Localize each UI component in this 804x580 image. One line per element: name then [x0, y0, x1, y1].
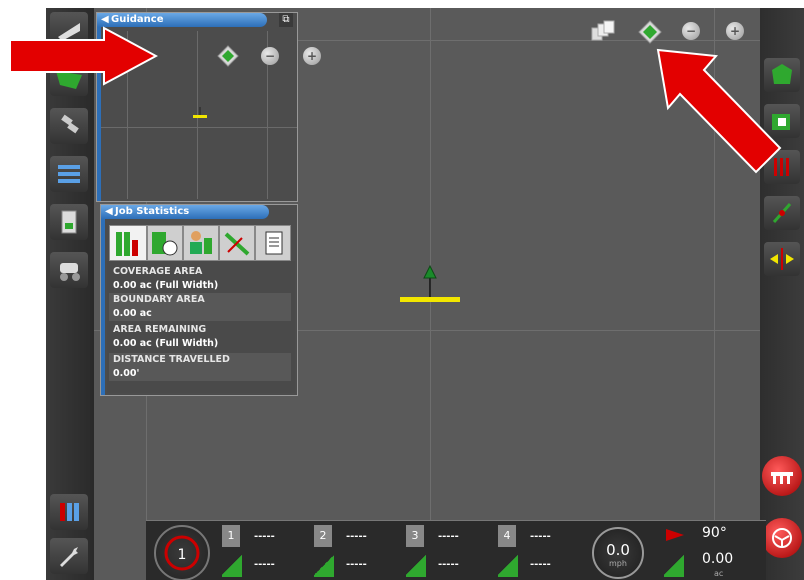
guidance-title-text: Guidance: [111, 14, 164, 25]
job-stats-title-text: Job Statistics: [115, 206, 190, 217]
undock-icon[interactable]: ⧉: [279, 13, 293, 27]
section-number: 1: [222, 525, 240, 547]
guidance-line-button[interactable]: [764, 196, 800, 230]
console-button[interactable]: [50, 204, 88, 240]
stat-label: AREA REMAINING: [113, 324, 207, 335]
stat-value: 0.00 ac (Full Width): [113, 280, 219, 291]
zoom-in-icon[interactable]: +: [303, 47, 321, 65]
speed-value: 0.0: [606, 541, 630, 559]
section-status-icon: [222, 553, 242, 577]
heading-flag-icon: [664, 527, 686, 543]
section-bottom-value: -----: [438, 559, 459, 570]
tab-report[interactable]: [255, 225, 291, 261]
area-icon: [664, 553, 684, 577]
left-toolbar: [46, 8, 94, 580]
steering-wheel-icon: [772, 528, 792, 548]
wrench-icon: [60, 547, 78, 567]
implement-icon: [60, 503, 79, 521]
annotation-arrow-diagonal: [656, 48, 782, 174]
section-status-icon: [314, 553, 334, 577]
section-bottom-value: -----: [346, 559, 367, 570]
vehicle-icon: [193, 107, 207, 118]
clock-icon: [152, 232, 178, 256]
svg-text:1: 1: [178, 547, 187, 563]
stat-value: 0.00': [109, 367, 291, 381]
center-view-icon[interactable]: [217, 45, 239, 67]
tab-coverage[interactable]: [109, 225, 147, 261]
job-statistics-panel: ◀ Job Statistics COVERAGE AREA 0.00 ac (…: [100, 204, 298, 396]
job-stats-title[interactable]: ◀ Job Statistics: [101, 205, 269, 219]
speed-unit: mph: [609, 559, 627, 568]
panel-edge: [101, 205, 105, 395]
stat-label: BOUNDARY AREA: [109, 293, 291, 307]
operator-icon: [190, 231, 212, 254]
section-bottom-value: -----: [530, 559, 551, 570]
layers-icon: [58, 165, 80, 183]
coverage-icon: [116, 232, 138, 256]
vehicle-button[interactable]: [50, 252, 88, 288]
auto-steer-button[interactable]: [762, 456, 802, 496]
master-switch-button[interactable]: 1: [154, 525, 210, 580]
tab-guidance[interactable]: [219, 225, 255, 261]
gps-button[interactable]: [50, 108, 88, 144]
section-2[interactable]: 2 ----- -----: [314, 521, 402, 580]
layers-button[interactable]: [50, 156, 88, 192]
satellite-icon: [61, 114, 79, 134]
area-value: 0.00: [702, 551, 734, 567]
section-top-value: -----: [438, 531, 459, 542]
zoom-out-icon[interactable]: −: [682, 22, 700, 40]
tab-operator[interactable]: [183, 225, 219, 261]
center-view-icon[interactable]: [638, 20, 662, 44]
stat-value: 0.00 ac: [109, 307, 291, 321]
zoom-out-icon[interactable]: −: [261, 47, 279, 65]
zoom-in-icon[interactable]: +: [726, 22, 744, 40]
section-number: 3: [406, 525, 424, 547]
speedometer: 0.0 mph: [592, 527, 644, 579]
heading-value: 90°: [702, 525, 727, 541]
section-top-value: -----: [254, 531, 275, 542]
settings-button[interactable]: [50, 538, 88, 574]
stat-label: COVERAGE AREA: [113, 266, 203, 277]
tab-time[interactable]: [147, 225, 183, 261]
console-icon: [61, 210, 77, 234]
section-top-value: -----: [530, 531, 551, 542]
stat-value: 0.00 ac (Full Width): [113, 338, 219, 349]
implement-down-icon: [771, 472, 793, 484]
section-3[interactable]: 3 ----- -----: [406, 521, 494, 580]
stat-label: DISTANCE TRAVELLED: [109, 353, 291, 367]
tractor-icon: [60, 263, 80, 281]
guidance-panel-title[interactable]: ◀ Guidance: [97, 13, 267, 27]
implement-button[interactable]: [50, 494, 88, 530]
stats-body: COVERAGE AREA 0.00 ac (Full Width) BOUND…: [107, 261, 295, 393]
section-bottom-value: -----: [254, 559, 275, 570]
section-status-icon: [406, 553, 426, 577]
collapse-icon: ◀: [105, 206, 113, 217]
engage-button[interactable]: [762, 518, 802, 558]
section-number: 4: [498, 525, 516, 547]
nudge-icon: [770, 248, 794, 270]
section-1[interactable]: 1 ----- -----: [222, 521, 310, 580]
section-top-value: -----: [346, 531, 367, 542]
area-unit: ac: [714, 569, 724, 578]
master-switch-icon: 1: [164, 535, 200, 571]
guidance-icon: [224, 232, 250, 256]
annotation-arrow-right: [9, 26, 158, 86]
collapse-icon: ◀: [101, 14, 109, 25]
view-3d-icon[interactable]: [590, 20, 616, 42]
section-status-icon: [498, 553, 518, 577]
nudge-button[interactable]: [764, 242, 800, 276]
section-4[interactable]: 4 ----- -----: [498, 521, 586, 580]
guidance-line-icon: [772, 203, 792, 223]
section-number: 2: [314, 525, 332, 547]
grid-line: [101, 127, 297, 128]
report-icon: [265, 231, 283, 255]
bottom-status-bar: 1 1 ----- ----- 2 ----- ----- 3 ----- --…: [146, 520, 766, 580]
vehicle-icon: [400, 264, 460, 302]
